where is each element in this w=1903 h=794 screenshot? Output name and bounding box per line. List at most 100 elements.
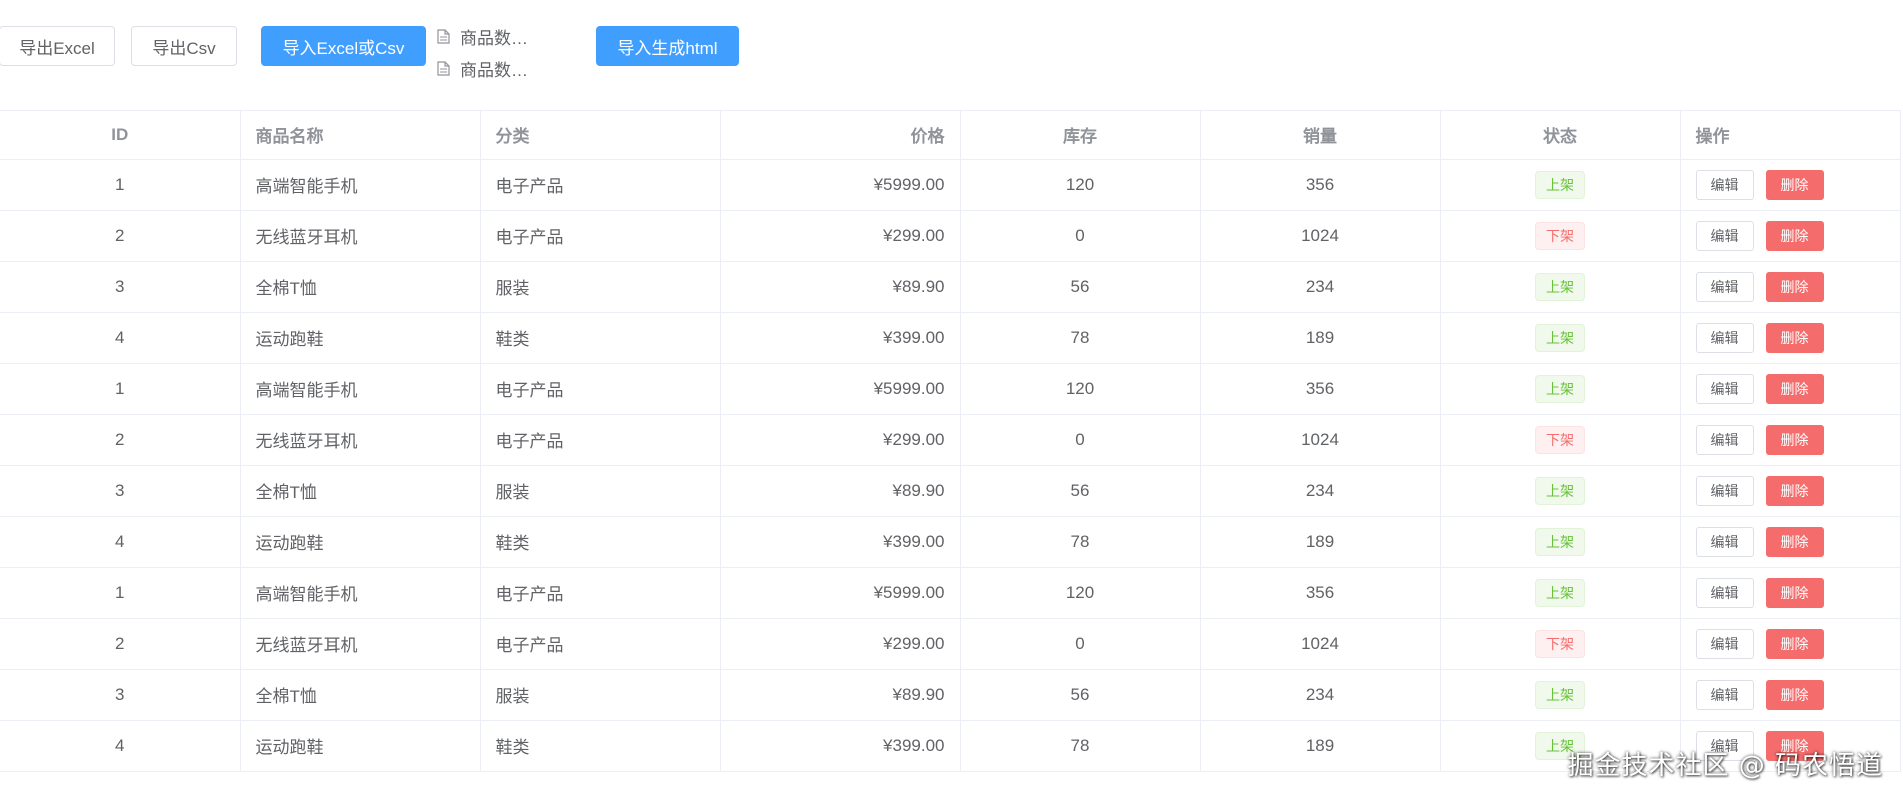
cell-category: 电子产品 [480, 567, 721, 619]
cell-stock: 56 [960, 669, 1201, 721]
export-csv-button[interactable]: 导出Csv [131, 26, 237, 66]
delete-button[interactable]: 删除 [1765, 169, 1824, 200]
cell-id: 3 [0, 669, 241, 721]
cell-category: 服装 [480, 261, 721, 313]
cell-price: ¥5999.00 [720, 363, 961, 415]
table-row: 1 高端智能手机 电子产品 ¥5999.00 120 356 上架 编辑 删除 [0, 363, 1901, 415]
cell-sales: 356 [1200, 159, 1441, 211]
edit-button[interactable]: 编辑 [1695, 577, 1754, 608]
cell-category: 鞋类 [480, 312, 721, 364]
edit-button[interactable]: 编辑 [1695, 169, 1754, 200]
cell-status: 下架 [1440, 414, 1681, 466]
cell-sales: 234 [1200, 465, 1441, 517]
cell-stock: 78 [960, 720, 1201, 772]
delete-button[interactable]: 删除 [1765, 373, 1824, 404]
export-excel-button[interactable]: 导出Excel [0, 26, 115, 66]
edit-button[interactable]: 编辑 [1695, 628, 1754, 659]
status-badge: 上架 [1535, 272, 1585, 301]
table-row: 4 运动跑鞋 鞋类 ¥399.00 78 189 上架 编辑 删除 [0, 516, 1901, 568]
cell-status: 上架 [1440, 159, 1681, 211]
cell-id: 3 [0, 261, 241, 313]
delete-button[interactable]: 删除 [1765, 220, 1824, 251]
cell-status: 上架 [1440, 261, 1681, 313]
cell-actions: 编辑 删除 [1680, 720, 1901, 772]
edit-button[interactable]: 编辑 [1695, 424, 1754, 455]
cell-name: 全棉T恤 [240, 261, 481, 313]
delete-button[interactable]: 删除 [1765, 322, 1824, 353]
cell-actions: 编辑 删除 [1680, 312, 1901, 364]
delete-button[interactable]: 删除 [1765, 730, 1824, 761]
import-generate-html-button[interactable]: 导入生成html [596, 26, 739, 66]
edit-button[interactable]: 编辑 [1695, 679, 1754, 710]
status-badge: 上架 [1535, 476, 1585, 505]
cell-name: 运动跑鞋 [240, 516, 481, 568]
product-table: ID 商品名称 分类 价格 库存 销量 状态 操作 1 高端智能手机 电子产品 ¥59… [0, 110, 1901, 772]
cell-sales: 1024 [1200, 414, 1441, 466]
edit-button[interactable]: 编辑 [1695, 373, 1754, 404]
edit-button[interactable]: 编辑 [1695, 271, 1754, 302]
cell-price: ¥399.00 [720, 516, 961, 568]
cell-id: 2 [0, 618, 241, 670]
cell-price: ¥89.90 [720, 465, 961, 517]
delete-button[interactable]: 删除 [1765, 271, 1824, 302]
cell-category: 服装 [480, 465, 721, 517]
cell-id: 4 [0, 312, 241, 364]
cell-category: 电子产品 [480, 414, 721, 466]
column-header-category: 分类 [480, 111, 721, 160]
cell-actions: 编辑 删除 [1680, 261, 1901, 313]
cell-stock: 0 [960, 210, 1201, 262]
cell-sales: 189 [1200, 516, 1441, 568]
import-excel-csv-button[interactable]: 导入Excel或Csv [261, 26, 426, 66]
cell-status: 上架 [1440, 516, 1681, 568]
cell-actions: 编辑 删除 [1680, 669, 1901, 721]
upload-file-item[interactable]: 商品数… [437, 52, 557, 84]
cell-price: ¥399.00 [720, 312, 961, 364]
cell-actions: 编辑 删除 [1680, 516, 1901, 568]
cell-actions: 编辑 删除 [1680, 618, 1901, 670]
delete-button[interactable]: 删除 [1765, 424, 1824, 455]
document-icon [437, 60, 450, 76]
delete-button[interactable]: 删除 [1765, 679, 1824, 710]
cell-status: 下架 [1440, 618, 1681, 670]
cell-status: 上架 [1440, 669, 1681, 721]
status-badge: 上架 [1535, 170, 1585, 199]
status-badge: 上架 [1535, 527, 1585, 556]
status-badge: 上架 [1535, 680, 1585, 709]
status-badge: 下架 [1535, 629, 1585, 658]
cell-sales: 356 [1200, 567, 1441, 619]
cell-category: 鞋类 [480, 516, 721, 568]
cell-id: 2 [0, 414, 241, 466]
column-header-price: 价格 [720, 111, 961, 160]
edit-button[interactable]: 编辑 [1695, 526, 1754, 557]
cell-stock: 120 [960, 159, 1201, 211]
delete-button[interactable]: 删除 [1765, 577, 1824, 608]
cell-actions: 编辑 删除 [1680, 414, 1901, 466]
table-body: 1 高端智能手机 电子产品 ¥5999.00 120 356 上架 编辑 删除 2 无线蓝牙耳机 电子… [0, 159, 1901, 772]
cell-name: 运动跑鞋 [240, 720, 481, 772]
upload-file-item[interactable]: 商品数… [437, 20, 557, 52]
file-name: 商品数… [460, 28, 528, 48]
table-row: 2 无线蓝牙耳机 电子产品 ¥299.00 0 1024 下架 编辑 删除 [0, 414, 1901, 466]
table-row: 2 无线蓝牙耳机 电子产品 ¥299.00 0 1024 下架 编辑 删除 [0, 210, 1901, 262]
delete-button[interactable]: 删除 [1765, 628, 1824, 659]
table-row: 3 全棉T恤 服装 ¥89.90 56 234 上架 编辑 删除 [0, 669, 1901, 721]
column-header-id: ID [0, 111, 241, 160]
delete-button[interactable]: 删除 [1765, 526, 1824, 557]
cell-sales: 189 [1200, 720, 1441, 772]
table-header-row: ID 商品名称 分类 价格 库存 销量 状态 操作 [0, 111, 1901, 160]
cell-price: ¥5999.00 [720, 159, 961, 211]
edit-button[interactable]: 编辑 [1695, 220, 1754, 251]
column-header-sales: 销量 [1200, 111, 1441, 160]
cell-sales: 189 [1200, 312, 1441, 364]
edit-button[interactable]: 编辑 [1695, 730, 1754, 761]
cell-sales: 234 [1200, 669, 1441, 721]
cell-actions: 编辑 删除 [1680, 159, 1901, 211]
file-name: 商品数… [460, 60, 528, 80]
status-badge: 上架 [1535, 374, 1585, 403]
cell-name: 无线蓝牙耳机 [240, 210, 481, 262]
cell-category: 服装 [480, 669, 721, 721]
edit-button[interactable]: 编辑 [1695, 322, 1754, 353]
delete-button[interactable]: 删除 [1765, 475, 1824, 506]
cell-sales: 1024 [1200, 618, 1441, 670]
edit-button[interactable]: 编辑 [1695, 475, 1754, 506]
